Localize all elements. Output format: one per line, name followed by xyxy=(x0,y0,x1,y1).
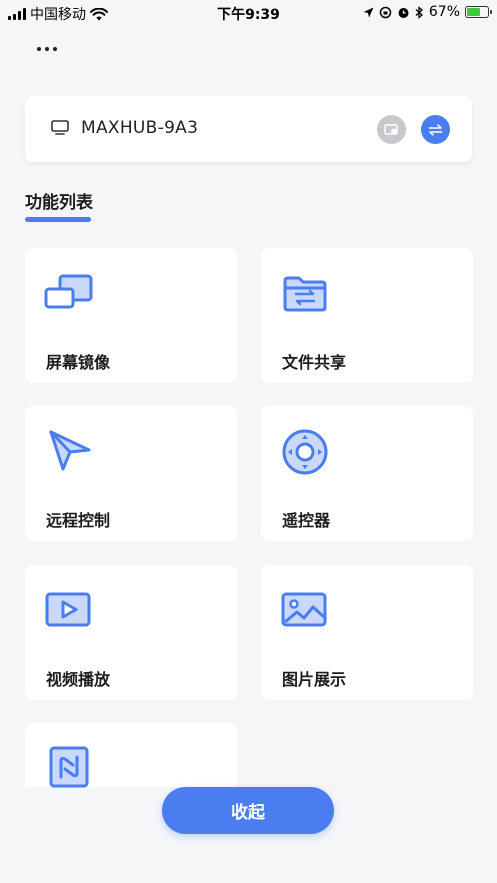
battery-fill xyxy=(467,8,481,16)
feature-label: 屏幕镜像 xyxy=(46,353,111,372)
feature-tile-remote[interactable]: 遥控器 xyxy=(261,406,473,541)
cast-button[interactable] xyxy=(377,115,406,144)
bluetooth-icon xyxy=(415,5,423,19)
section-title: 功能列表 xyxy=(25,193,93,213)
feature-tile-file-share[interactable]: 文件共享 xyxy=(261,248,473,383)
feature-label: 远程控制 xyxy=(46,511,111,530)
location-icon xyxy=(363,7,374,17)
battery-percent: 67% xyxy=(428,4,460,20)
feature-tile-remote-control[interactable]: 远程控制 xyxy=(25,406,237,541)
remote-control-icon xyxy=(49,430,91,471)
status-right: 67% xyxy=(363,4,492,20)
more-options-icon[interactable] xyxy=(37,47,57,51)
orientation-lock-icon xyxy=(379,6,392,18)
section-underline xyxy=(25,217,91,222)
file-share-icon xyxy=(283,276,327,312)
feature-tile-image-display[interactable]: 图片展示 xyxy=(261,565,473,700)
feature-label: 文件共享 xyxy=(282,353,347,372)
image-display-icon xyxy=(281,592,327,627)
nfc-icon xyxy=(49,746,89,788)
feature-label: 视频播放 xyxy=(46,670,111,689)
feature-label: 图片展示 xyxy=(282,670,347,689)
feature-tile-video-play[interactable]: 视频播放 xyxy=(25,565,237,700)
monitor-icon xyxy=(51,120,69,135)
cast-icon xyxy=(384,123,398,135)
remote-dpad-icon xyxy=(282,429,328,475)
battery-icon xyxy=(465,6,492,18)
feature-tile-screen-mirror[interactable]: 屏幕镜像 xyxy=(25,248,237,383)
alarm-icon xyxy=(398,7,409,18)
swap-arrows-icon xyxy=(428,123,443,136)
feature-label: 遥控器 xyxy=(282,511,331,530)
device-card[interactable]: MAXHUB-9A3 xyxy=(25,96,472,162)
device-name: MAXHUB-9A3 xyxy=(81,118,199,138)
switch-device-button[interactable] xyxy=(421,115,450,144)
screen-mirror-icon xyxy=(44,274,93,309)
feature-tile-nfc[interactable] xyxy=(25,723,237,788)
collapse-button[interactable]: 收起 xyxy=(162,787,334,834)
status-bar: 中国移动 下午9:39 67% xyxy=(0,0,497,26)
video-play-icon xyxy=(45,592,91,627)
